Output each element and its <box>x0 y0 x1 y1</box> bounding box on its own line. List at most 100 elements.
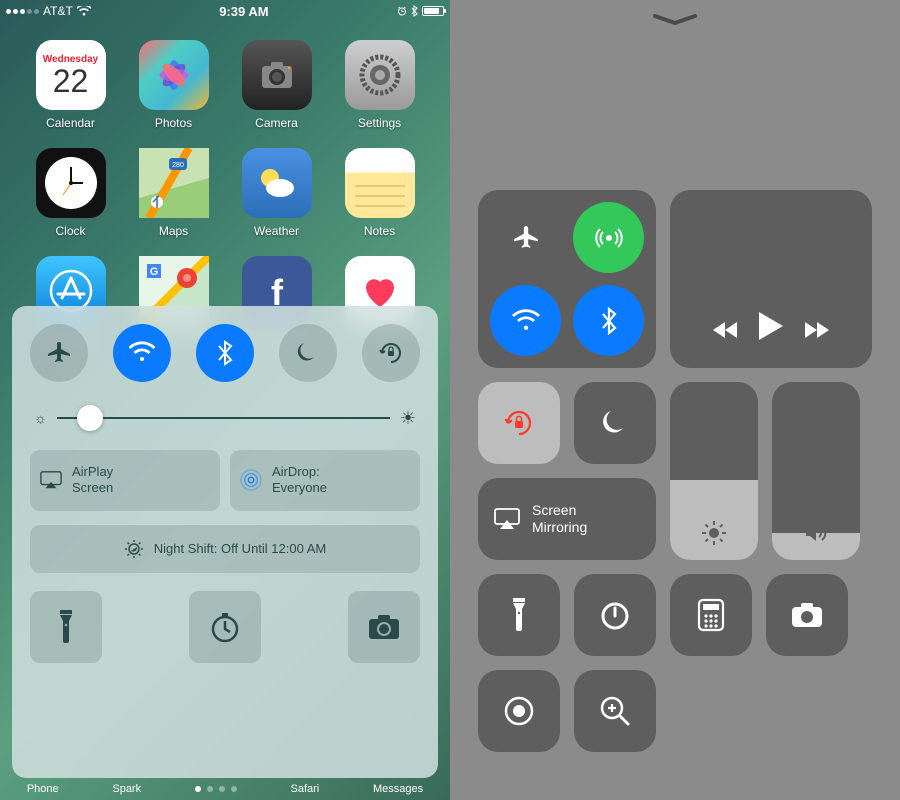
nightshift-button[interactable]: Night Shift: Off Until 12:00 AM <box>30 525 420 573</box>
bluetooth-toggle[interactable] <box>196 324 254 382</box>
airdrop-label: AirDrop: Everyone <box>272 464 327 497</box>
screen-mirroring-label: Screen Mirroring <box>532 502 587 536</box>
camera-button[interactable] <box>348 591 420 663</box>
magnifier-button[interactable] <box>574 670 656 752</box>
flashlight-icon <box>502 598 536 632</box>
bluetooth-icon <box>212 340 238 366</box>
notes-icon <box>345 148 415 218</box>
app-label: Clock <box>55 224 85 238</box>
nightshift-label: Night Shift: Off Until 12:00 AM <box>154 541 326 556</box>
flashlight-icon <box>49 610 83 644</box>
app-label: Notes <box>364 224 395 238</box>
airplane-icon <box>46 340 72 366</box>
dnd-toggle[interactable] <box>279 324 337 382</box>
volume-slider[interactable] <box>772 382 860 560</box>
page-indicator[interactable] <box>195 786 237 792</box>
app-label: Camera <box>255 116 298 130</box>
airdrop-button[interactable]: AirDrop: Everyone <box>230 450 420 511</box>
bluetooth-status-icon <box>411 5 418 17</box>
camera-button[interactable] <box>766 574 848 656</box>
wifi-icon <box>129 340 155 366</box>
timer-button[interactable] <box>189 591 261 663</box>
brightness-icon <box>701 520 727 546</box>
app-notes[interactable]: Notes <box>333 148 426 238</box>
calendar-day: 22 <box>53 65 89 97</box>
flashlight-button[interactable] <box>478 574 560 656</box>
airdrop-icon <box>240 469 262 491</box>
media-tile[interactable] <box>670 190 872 368</box>
ios10-screen: AT&T 9:39 AM Wednesday22 Calendar Photos… <box>0 0 450 800</box>
carrier-label: AT&T <box>43 4 73 18</box>
airplane-toggle[interactable] <box>30 324 88 382</box>
maps-icon: 280 <box>139 148 209 218</box>
ios11-screen: Screen Mirroring <box>450 0 900 800</box>
facebook-icon: f <box>257 271 297 311</box>
airplay-label: AirPlay Screen <box>72 464 113 497</box>
bluetooth-toggle[interactable] <box>573 285 644 356</box>
screen-mirroring-button[interactable]: Screen Mirroring <box>478 478 656 560</box>
cellular-toggle[interactable] <box>573 202 644 273</box>
dock-label: Phone <box>27 783 59 795</box>
timer-icon <box>208 610 242 644</box>
photos-icon <box>153 54 195 96</box>
app-settings[interactable]: Settings <box>333 40 426 130</box>
timer-button[interactable] <box>574 574 656 656</box>
wifi-icon <box>77 6 91 16</box>
brightness-max-icon: ☀ <box>400 408 416 429</box>
rotation-lock-icon <box>378 340 404 366</box>
control-center-ios11: Screen Mirroring <box>478 190 872 752</box>
brightness-slider[interactable]: ☼ ☀ <box>34 408 416 428</box>
moon-icon <box>599 407 631 439</box>
dock-label: Safari <box>291 783 320 795</box>
airplane-toggle[interactable] <box>490 202 561 273</box>
wifi-icon <box>512 307 540 335</box>
wifi-toggle[interactable] <box>490 285 561 356</box>
app-photos[interactable]: Photos <box>127 40 220 130</box>
nightshift-icon <box>124 539 144 559</box>
play-icon <box>759 312 783 340</box>
brightness-slider[interactable] <box>670 382 758 560</box>
rotation-lock-toggle[interactable] <box>362 324 420 382</box>
flashlight-button[interactable] <box>30 591 102 663</box>
cellular-icon <box>595 224 623 252</box>
moon-icon <box>295 340 321 366</box>
control-center-ios10: ☼ ☀ AirPlay Screen AirDrop: Everyone Nig… <box>12 306 438 778</box>
airplane-icon <box>512 224 540 252</box>
airplay-icon <box>40 469 62 491</box>
dock-label: Messages <box>373 783 423 795</box>
signal-dots <box>6 9 39 14</box>
dnd-toggle[interactable] <box>574 382 656 464</box>
airplay-button[interactable]: AirPlay Screen <box>30 450 220 511</box>
grabber-icon[interactable] <box>653 14 697 26</box>
dock-label: Spark <box>112 783 141 795</box>
app-label: Calendar <box>46 116 95 130</box>
battery-icon <box>422 6 444 16</box>
calculator-button[interactable] <box>670 574 752 656</box>
brightness-min-icon: ☼ <box>34 410 47 426</box>
app-calendar[interactable]: Wednesday22 Calendar <box>24 40 117 130</box>
wifi-toggle[interactable] <box>113 324 171 382</box>
camera-icon <box>256 54 298 96</box>
svg-text:280: 280 <box>172 162 184 169</box>
forward-icon <box>803 320 829 340</box>
svg-text:G: G <box>149 266 158 278</box>
connectivity-tile[interactable] <box>478 190 656 368</box>
app-label: Photos <box>155 116 192 130</box>
app-camera[interactable]: Camera <box>230 40 323 130</box>
app-maps[interactable]: 280 Maps <box>127 148 220 238</box>
camera-icon <box>790 598 824 632</box>
rotation-lock-icon <box>503 407 535 439</box>
weather-icon <box>252 158 302 208</box>
volume-icon <box>803 520 829 546</box>
timer-icon <box>598 598 632 632</box>
app-label: Maps <box>159 224 188 238</box>
app-clock[interactable]: Clock <box>24 148 117 238</box>
airplay-icon <box>494 508 520 530</box>
app-weather[interactable]: Weather <box>230 148 323 238</box>
magnifier-icon <box>598 694 632 728</box>
rotation-lock-toggle[interactable] <box>478 382 560 464</box>
screen-record-button[interactable] <box>478 670 560 752</box>
app-label: Weather <box>254 224 299 238</box>
screen-record-icon <box>502 694 536 728</box>
alarm-icon <box>397 6 407 16</box>
